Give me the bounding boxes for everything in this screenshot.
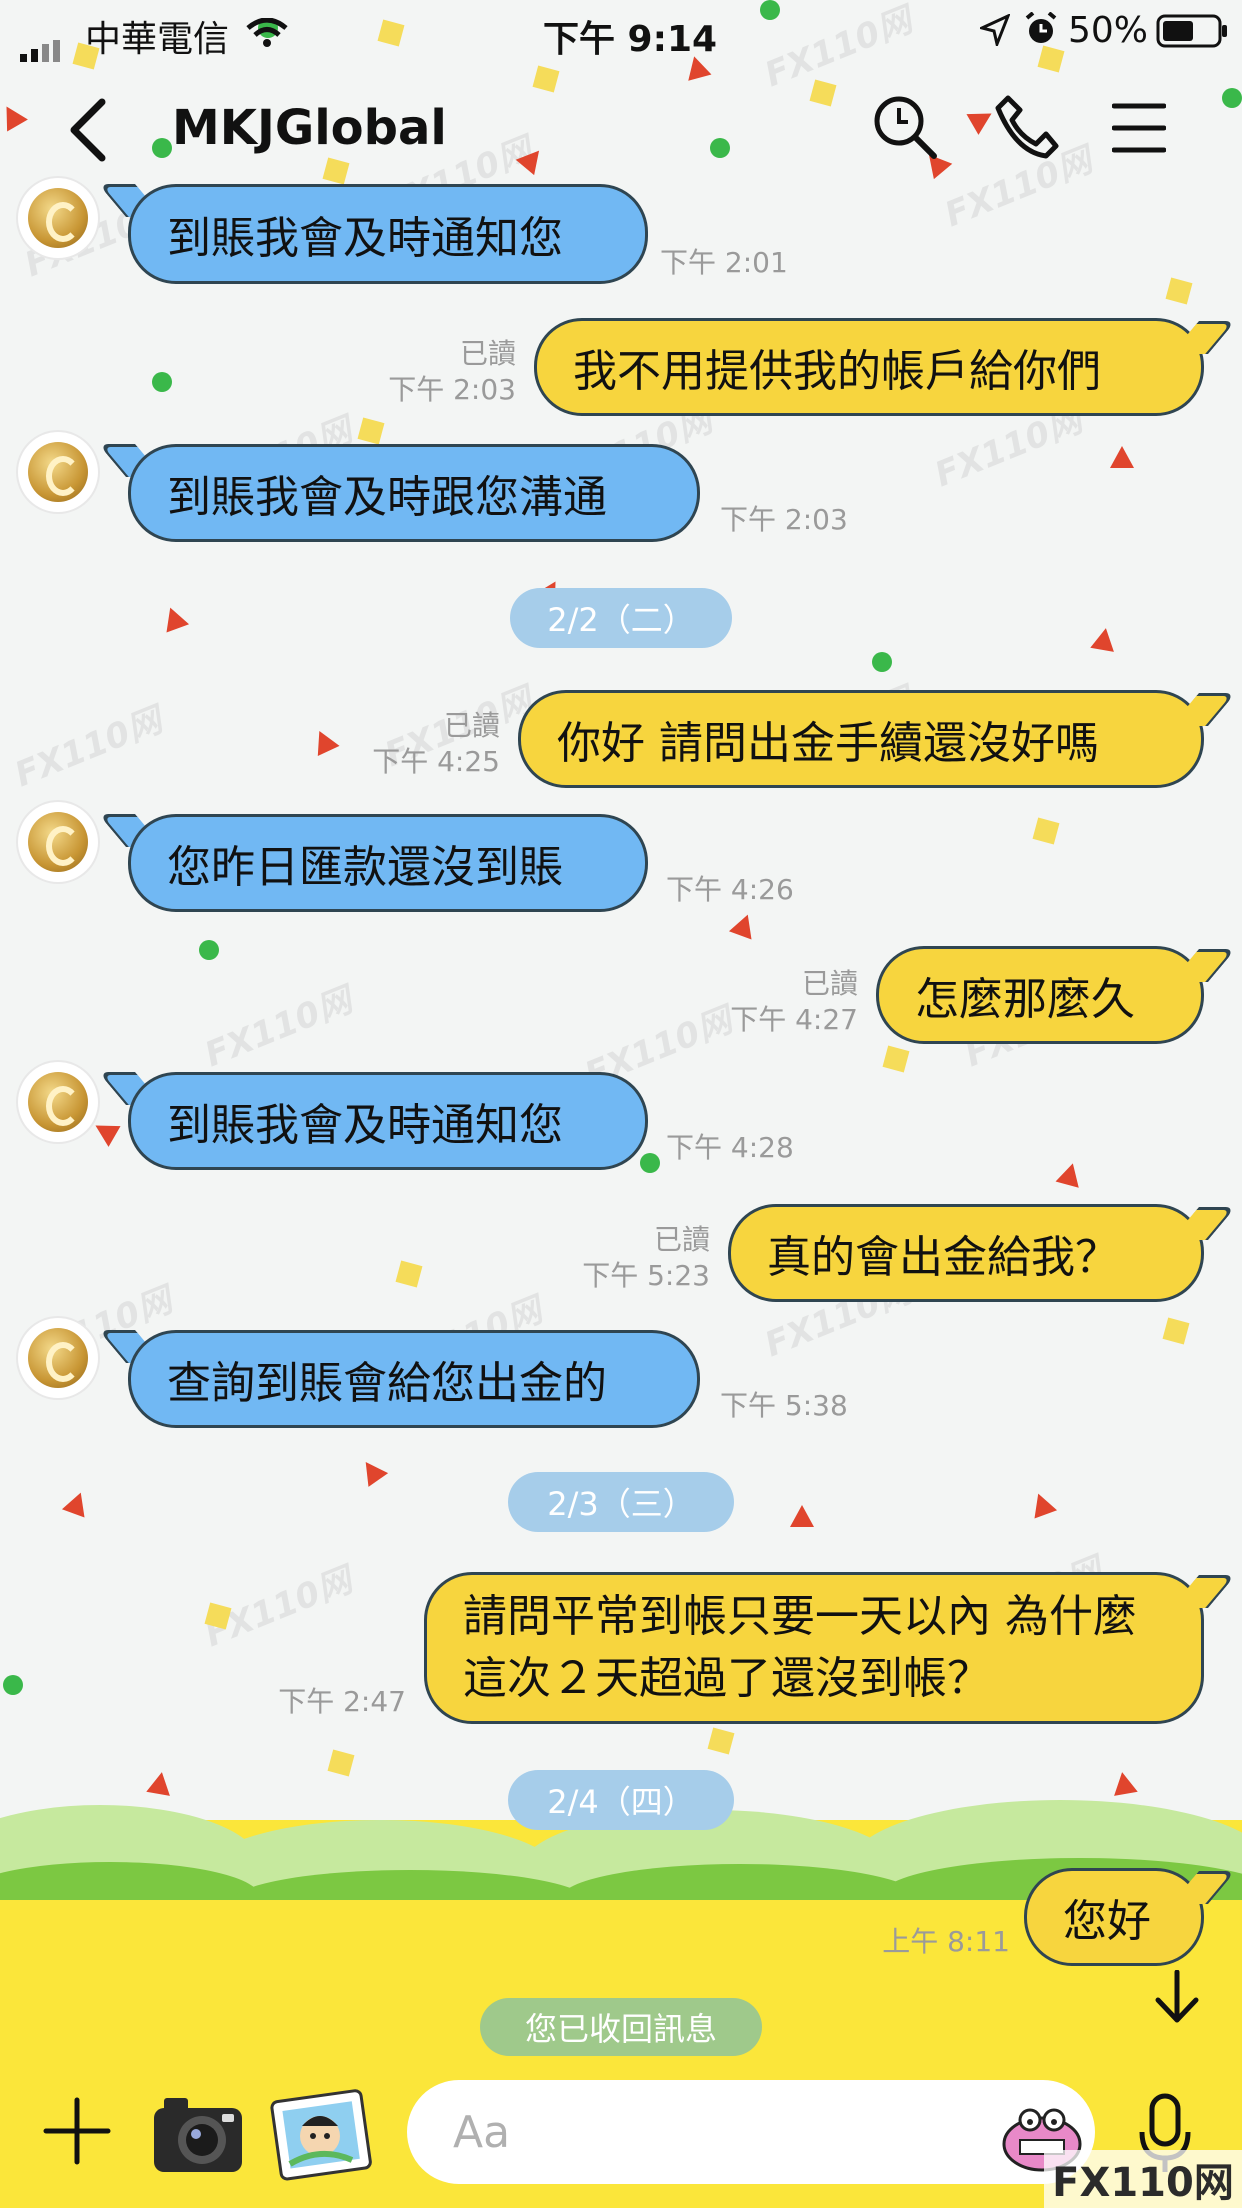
message-time: 下午 4:26 xyxy=(666,873,794,906)
read-receipt: 已讀 xyxy=(459,337,516,370)
back-icon[interactable] xyxy=(66,98,116,168)
contact-avatar[interactable] xyxy=(18,1062,98,1142)
confetti xyxy=(158,603,190,633)
confetti xyxy=(707,1727,735,1755)
confetti xyxy=(1165,277,1193,305)
message-time: 下午 4:25 xyxy=(372,745,500,778)
photo-icon[interactable] xyxy=(270,2086,374,2182)
incoming-message[interactable]: 查詢到賬會給您出金的 xyxy=(128,1330,700,1428)
location-icon xyxy=(977,13,1011,55)
read-receipt: 已讀 xyxy=(801,967,858,1000)
contact-avatar[interactable] xyxy=(18,432,98,512)
confetti xyxy=(61,1488,93,1518)
watermark: FX110网 xyxy=(199,980,358,1076)
confetti xyxy=(327,1749,355,1777)
confetti xyxy=(1032,817,1060,845)
recall-notice: 您已收回訊息 xyxy=(480,1998,762,2056)
confetti xyxy=(1090,626,1118,652)
alarm-icon xyxy=(1024,11,1058,55)
scroll-down-icon[interactable] xyxy=(1152,1969,1204,2026)
status-bar: 中華電信 下午 9:14 50% xyxy=(0,0,1242,62)
outgoing-message[interactable]: 怎麼那麼久 xyxy=(876,946,1204,1044)
incoming-message[interactable]: 到賬我會及時跟您溝通 xyxy=(128,444,700,542)
contact-avatar[interactable] xyxy=(18,1318,98,1398)
confetti xyxy=(355,1455,389,1487)
watermark-logo: FX110网 xyxy=(1044,2150,1242,2208)
message-time: 下午 5:38 xyxy=(720,1389,848,1422)
wifi-icon xyxy=(246,16,288,57)
confetti xyxy=(728,910,760,940)
confetti xyxy=(199,940,219,960)
confetti xyxy=(3,1675,23,1695)
chat-title: MKJGlobal xyxy=(172,100,447,156)
date-separator: 2/2（二） xyxy=(510,588,732,648)
message-time: 上午 8:11 xyxy=(882,1925,1010,1958)
signal-icon xyxy=(20,30,72,71)
outgoing-message[interactable]: 您好 xyxy=(1024,1868,1204,1966)
incoming-message[interactable]: 到賬我會及時通知您 xyxy=(128,1072,648,1170)
carrier-label: 中華電信 xyxy=(85,19,230,60)
date-separator: 2/3（三） xyxy=(508,1472,734,1532)
confetti xyxy=(89,1115,121,1147)
contact-avatar[interactable] xyxy=(18,178,98,258)
confetti xyxy=(1110,1770,1138,1796)
outgoing-message[interactable]: 真的會出金給我？ xyxy=(728,1204,1204,1302)
confetti xyxy=(146,1770,174,1796)
camera-icon[interactable] xyxy=(150,2092,246,2178)
message-time: 下午 2:47 xyxy=(278,1685,406,1718)
confetti xyxy=(1055,1160,1085,1188)
message-time: 下午 2:01 xyxy=(660,246,788,279)
search-icon[interactable] xyxy=(872,94,942,164)
menu-icon[interactable] xyxy=(1111,102,1168,158)
confetti xyxy=(640,1153,660,1173)
confetti xyxy=(1162,1317,1190,1345)
confetti xyxy=(790,1505,814,1527)
incoming-message[interactable]: 到賬我會及時通知您 xyxy=(128,184,648,284)
message-time: 下午 2:03 xyxy=(388,373,516,406)
plus-icon[interactable] xyxy=(42,2096,114,2168)
confetti xyxy=(357,417,385,445)
message-time: 下午 5:23 xyxy=(582,1259,710,1292)
confetti xyxy=(1110,446,1134,468)
message-time: 下午 4:28 xyxy=(666,1131,794,1164)
message-time: 下午 2:03 xyxy=(720,503,848,536)
message-input[interactable]: Aa xyxy=(407,2080,1095,2184)
read-receipt: 已讀 xyxy=(443,709,500,742)
confetti xyxy=(395,1260,423,1288)
clock: 下午 9:14 xyxy=(543,19,718,60)
confetti xyxy=(872,652,892,672)
confetti xyxy=(152,372,172,392)
watermark: FX110网 xyxy=(9,700,168,796)
confetti xyxy=(1026,1489,1058,1519)
incoming-message[interactable]: 您昨日匯款還沒到賬 xyxy=(128,814,648,912)
outgoing-message[interactable]: 我不用提供我的帳戶給你們 xyxy=(534,318,1204,416)
confetti xyxy=(882,1045,910,1073)
phone-icon[interactable] xyxy=(994,94,1064,164)
battery-icon xyxy=(1156,14,1228,57)
outgoing-message[interactable]: 你好 請問出金手續還沒好嗎 xyxy=(518,690,1204,788)
read-receipt: 已讀 xyxy=(653,1223,710,1256)
date-separator: 2/4（四） xyxy=(508,1770,734,1830)
battery-percent: 50% xyxy=(1068,10,1149,51)
message-time: 下午 4:27 xyxy=(730,1003,858,1036)
chat-header: MKJGlobal xyxy=(0,80,1242,190)
contact-avatar[interactable] xyxy=(18,802,98,882)
outgoing-message[interactable]: 請問平常到帳只要一天以內 為什麼這次２天超過了還沒到帳？ xyxy=(424,1572,1204,1724)
